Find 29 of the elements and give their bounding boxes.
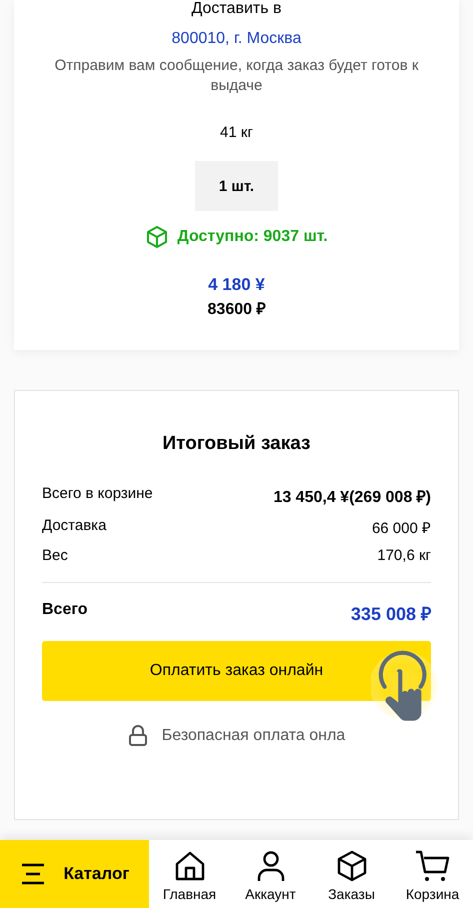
availability-text: Доступно: 9037 шт.: [177, 228, 328, 246]
nav-tab[interactable]: Главная: [149, 840, 230, 908]
delivery-title: Доставить в: [191, 0, 282, 18]
box-icon: [336, 850, 368, 882]
summary-value: 170,6 кг: [377, 547, 431, 564]
summary-label: Доставка: [42, 517, 106, 536]
box-icon: [145, 225, 170, 249]
nav-tab[interactable]: Заказы: [311, 840, 392, 908]
menu-icon: [20, 863, 46, 885]
delivery-note: Отправим вам сообщение, когда заказ будет готов к выдаче: [54, 56, 420, 96]
nav-tab[interactable]: Корзина: [392, 840, 473, 908]
summary-label: Всего в корзине: [42, 485, 153, 504]
house-icon: [174, 850, 206, 882]
summary-title: Итоговый заказ: [162, 433, 312, 455]
total-label: Всего: [42, 601, 88, 620]
total-value: 335 008 ₽: [350, 603, 431, 625]
price-cny: 4 180 ¥: [208, 275, 265, 295]
cart-icon: [414, 850, 450, 882]
secure-payment-text: Безопасная оплата онла: [162, 727, 346, 745]
nav-tab[interactable]: Аккаунт: [230, 840, 311, 908]
quantity-field[interactable]: 1 шт.: [195, 161, 278, 211]
summary-label: Вес: [42, 547, 68, 564]
weight-text: 41 кг: [220, 124, 253, 141]
lock-icon: [128, 725, 148, 747]
catalog-button[interactable]: Каталог: [0, 840, 149, 908]
summary-value: 66 000 ₽: [372, 519, 431, 537]
price-rub: 83600 ₽: [208, 300, 266, 319]
summary-value: 13 450,4 ¥(269 008 ₽): [273, 488, 431, 507]
address-link[interactable]: 800010, г. Москва: [172, 30, 302, 48]
